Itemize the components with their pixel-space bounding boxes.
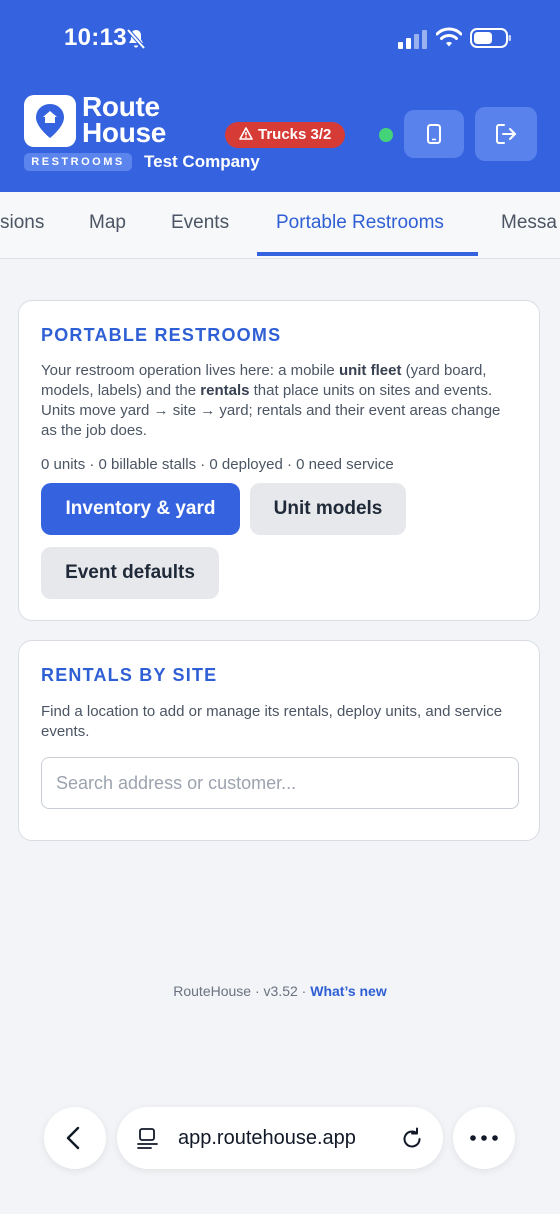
active-tab-indicator: [257, 252, 478, 256]
logout-button[interactable]: [475, 107, 537, 161]
description-bold: rentals: [200, 382, 250, 399]
tab-messages[interactable]: Messa: [501, 192, 557, 256]
reload-icon[interactable]: [401, 1127, 423, 1149]
chevron-left-icon: [66, 1126, 80, 1150]
card-description: Find a location to add or manage its ren…: [41, 703, 503, 740]
section-tabs: sions Map Events Portable Restrooms Mess…: [0, 192, 560, 259]
brand-line-2: House: [82, 117, 167, 148]
description-bold: unit fleet: [338, 362, 402, 379]
cellular-signal-icon: [398, 30, 427, 49]
status-time: 10:13: [64, 24, 127, 51]
unit-models-button[interactable]: Unit models: [250, 483, 406, 535]
warning-icon: [239, 127, 253, 140]
card-title: PORTABLE RESTROOMS: [41, 325, 282, 345]
card-description: Your restroom operation lives here: a mo…: [41, 361, 519, 441]
inventory-yard-button[interactable]: Inventory & yard: [41, 483, 240, 535]
company-name: Test Company: [144, 152, 260, 171]
card-title: RENTALS BY SITE: [41, 665, 218, 685]
portable-restrooms-card: PORTABLE RESTROOMS Your restroom operati…: [18, 300, 540, 621]
phone-icon: [427, 124, 441, 144]
bell-muted-icon: [126, 28, 146, 50]
online-status-dot: [379, 128, 393, 142]
logout-icon: [496, 124, 516, 144]
mobile-view-button[interactable]: [404, 110, 464, 158]
event-defaults-button[interactable]: Event defaults: [41, 547, 219, 599]
footer-app-name: RouteHouse: [173, 983, 252, 999]
browser-back-button[interactable]: [44, 1107, 106, 1169]
more-dots-icon: [470, 1135, 498, 1141]
tab-portable-restrooms[interactable]: Portable Restrooms: [276, 192, 444, 256]
trucks-alert-badge[interactable]: Trucks 3/2: [225, 122, 346, 148]
trucks-badge-label: Trucks 3/2: [258, 126, 332, 143]
page-menu-icon: [137, 1128, 158, 1149]
app-footer: RouteHouse · v3.52 · What’s new: [173, 983, 387, 999]
browser-more-button[interactable]: [453, 1107, 515, 1169]
fleet-stats: 0 units · 0 billable stalls · 0 deployed…: [41, 456, 394, 473]
tab-sessions[interactable]: sions: [0, 192, 44, 256]
status-bar: 10:13: [0, 0, 560, 80]
whats-new-link[interactable]: What’s new: [310, 983, 387, 999]
site-search-input[interactable]: [41, 757, 519, 809]
footer-version: v3.52: [263, 983, 298, 999]
description-text: Your restroom operation lives here: a mo…: [41, 362, 339, 379]
wifi-icon: [436, 27, 462, 47]
app-header: 10:13 Route House RESTROOMS Test Company…: [0, 0, 560, 192]
brand-name: Route House: [82, 93, 167, 148]
browser-url: app.routehouse.app: [178, 1127, 356, 1149]
rentals-by-site-card: RENTALS BY SITE Find a location to add o…: [18, 640, 540, 841]
battery-icon: [470, 28, 511, 48]
tab-events[interactable]: Events: [171, 192, 229, 256]
tab-map[interactable]: Map: [89, 192, 126, 256]
product-tag: RESTROOMS: [24, 153, 132, 171]
app-logo: [24, 95, 76, 147]
location-pin-home-icon: [36, 104, 64, 138]
